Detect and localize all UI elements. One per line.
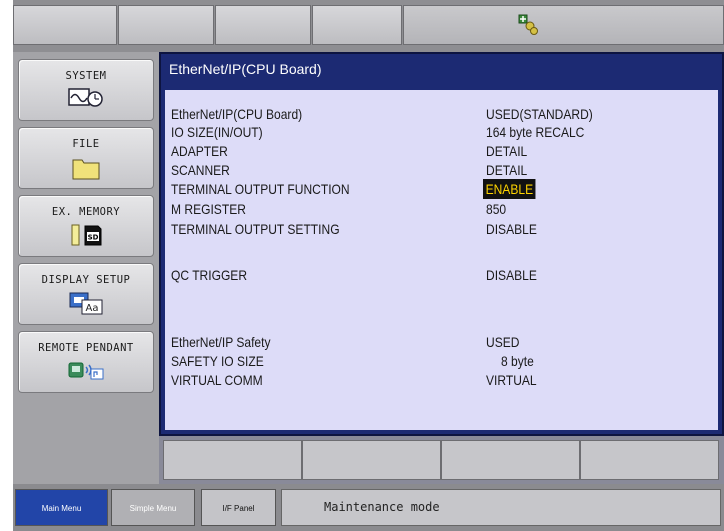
setting-value[interactable]: DISABLE [486,265,537,285]
setting-value[interactable]: DETAIL [486,141,527,161]
menu-file-label: FILE [72,138,100,150]
status-message: Maintenance mode [281,489,721,526]
setting-row-scanner[interactable]: SCANNER DETAIL [165,160,718,180]
function-key-bar [159,436,724,484]
setting-row-terminal-output-setting[interactable]: TERMINAL OUTPUT SETTING DISABLE [165,219,718,239]
setting-value[interactable]: USED [486,332,519,352]
simple-menu-button[interactable]: Simple Menu [111,489,195,526]
setting-row-m-register[interactable]: M REGISTER 850 [165,199,718,219]
folder-icon [72,159,100,180]
setting-label: SCANNER [171,162,230,178]
selected-setting-value[interactable]: ENABLE [483,179,536,199]
side-menu: SYSTEM FILE EX. MEMORY SD DISPLAY SETUP … [13,52,159,484]
function-key-2[interactable] [302,440,441,480]
bottom-bar: Main Menu Simple Menu I/F Panel Maintena… [13,484,724,531]
setting-value[interactable]: DISABLE [486,219,537,239]
pendant-screen: SYSTEM FILE EX. MEMORY SD DISPLAY SETUP … [13,0,724,531]
setting-row-ethernetip-safety[interactable]: EtherNet/IP Safety USED [165,332,718,352]
setting-row-terminal-output-function[interactable]: TERMINAL OUTPUT FUNCTION ENABLE [165,179,718,199]
setting-row-io-size[interactable]: IO SIZE(IN/OUT) 164 byte RECALC [165,122,718,142]
setting-label: VIRTUAL COMM [171,372,263,388]
setting-value[interactable]: VIRTUAL [486,370,537,390]
display-font-icon: Aa [69,292,103,315]
remote-pendant-icon [68,362,104,380]
setting-value[interactable]: 164 byte RECALC [486,122,584,142]
system-monitor-icon [68,88,103,107]
if-panel-button[interactable]: I/F Panel [201,489,276,526]
svg-text:Aa: Aa [86,303,99,314]
menu-system-button[interactable]: SYSTEM [18,59,154,121]
top-button-4[interactable] [312,5,402,45]
top-button-1[interactable] [13,5,117,45]
servo-status-icon [518,14,538,35]
function-key-4[interactable] [580,440,719,480]
menu-display-setup-button[interactable]: DISPLAY SETUP Aa [18,263,154,325]
setting-row-virtual-comm[interactable]: VIRTUAL COMM VIRTUAL [165,370,718,390]
menu-remote-pendant-button[interactable]: REMOTE PENDANT [18,331,154,393]
settings-list: EtherNet/IP(CPU Board) USED(STANDARD) IO… [165,90,718,430]
setting-value[interactable]: 8 byte [501,351,534,371]
status-area [403,5,724,45]
sd-card-icon: SD [71,224,102,246]
setting-value[interactable]: DETAIL [486,160,527,180]
top-button-bar [13,0,724,52]
window-title: EtherNet/IP(CPU Board) [161,54,722,87]
setting-label: TERMINAL OUTPUT FUNCTION [171,181,350,197]
top-button-2[interactable] [118,5,214,45]
setting-row-adapter[interactable]: ADAPTER DETAIL [165,141,718,161]
setting-row-safety-io-size[interactable]: SAFETY IO SIZE 8 byte [165,351,718,371]
menu-display-setup-label: DISPLAY SETUP [41,274,131,286]
menu-file-button[interactable]: FILE [18,127,154,189]
menu-ex-memory-button[interactable]: EX. MEMORY SD [18,195,154,257]
main-menu-button[interactable]: Main Menu [15,489,108,526]
menu-system-label: SYSTEM [65,70,107,82]
setting-label: TERMINAL OUTPUT SETTING [171,221,340,237]
menu-remote-pendant-label: REMOTE PENDANT [38,342,134,354]
setting-label: IO SIZE(IN/OUT) [171,124,263,140]
setting-label: SAFETY IO SIZE [171,353,264,369]
function-key-3[interactable] [441,440,580,480]
top-button-3[interactable] [215,5,311,45]
main-panel: EtherNet/IP(CPU Board) EtherNet/IP(CPU B… [159,52,724,436]
setting-label: QC TRIGGER [171,267,248,283]
setting-row-ethernetip-cpu-board[interactable]: EtherNet/IP(CPU Board) USED(STANDARD) [165,104,718,124]
setting-value[interactable]: USED(STANDARD) [486,104,593,124]
setting-value[interactable]: 850 [486,199,506,219]
setting-row-qc-trigger[interactable]: QC TRIGGER DISABLE [165,265,718,285]
svg-text:SD: SD [88,234,99,242]
setting-label: ADAPTER [171,143,228,159]
setting-label: EtherNet/IP Safety [171,334,271,350]
setting-label: M REGISTER [171,201,246,217]
setting-label: EtherNet/IP(CPU Board) [171,106,303,122]
menu-ex-memory-label: EX. MEMORY [51,206,121,218]
function-key-1[interactable] [163,440,302,480]
